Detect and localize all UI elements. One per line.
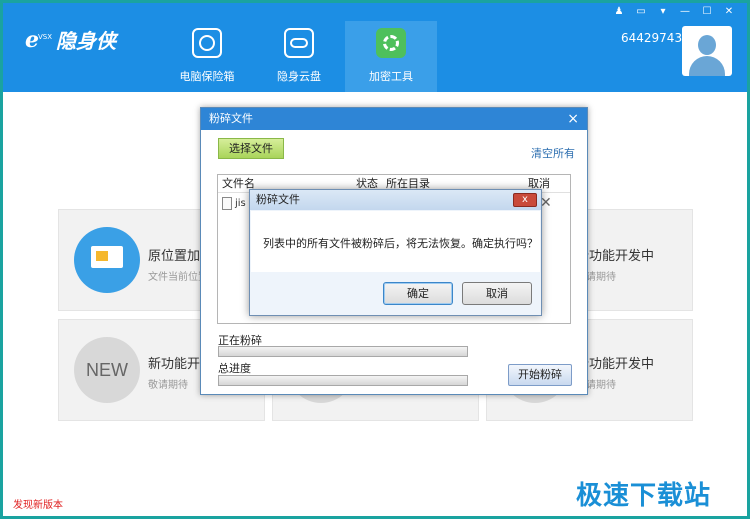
app-window: e VSX 隐身侠 电脑保险箱 隐身云盘 加密工具 ♟ ▭ ▾ — ☐ ✕ 64… bbox=[3, 3, 747, 516]
nav-tab-label: 加密工具 bbox=[369, 70, 413, 83]
new-version-link[interactable]: 发现新版本 bbox=[13, 496, 63, 511]
logo-name: 隐身侠 bbox=[56, 29, 117, 53]
confirm-title-bar: 粉碎文件 x bbox=[250, 190, 541, 210]
app-header: e VSX 隐身侠 电脑保险箱 隐身云盘 加密工具 ♟ ▭ ▾ — ☐ ✕ 64… bbox=[3, 3, 747, 92]
minimize-icon[interactable]: — bbox=[676, 5, 694, 19]
dialog-title-bar: 粉碎文件 × bbox=[201, 108, 587, 130]
progress-current-bar bbox=[218, 346, 468, 357]
confirm-body: 列表中的所有文件被粉碎后，将无法恢复。确定执行吗？ bbox=[251, 211, 540, 272]
menu-icon[interactable]: ▾ bbox=[654, 5, 672, 19]
nav-tab-label: 电脑保险箱 bbox=[179, 70, 235, 83]
nav-tab-cloud[interactable]: 隐身云盘 bbox=[253, 21, 345, 92]
monitor-icon bbox=[74, 227, 140, 293]
avatar[interactable] bbox=[682, 26, 732, 76]
safe-icon bbox=[192, 28, 222, 58]
dialog-title: 粉碎文件 bbox=[209, 112, 253, 125]
logo-mark: e bbox=[25, 26, 39, 53]
nav-tab-label: 隐身云盘 bbox=[277, 70, 321, 83]
watermark: 极速下载站 bbox=[576, 481, 712, 511]
shirt-icon[interactable]: ♟ bbox=[610, 5, 628, 19]
close-icon[interactable]: x bbox=[513, 193, 537, 207]
close-icon[interactable]: × bbox=[567, 108, 579, 130]
file-name: jis bbox=[235, 198, 246, 209]
message-icon[interactable]: ▭ bbox=[632, 5, 650, 19]
window-controls: ♟ ▭ ▾ — ☐ ✕ bbox=[610, 5, 738, 19]
main-nav: 电脑保险箱 隐身云盘 加密工具 bbox=[161, 21, 437, 92]
ok-button[interactable]: 确定 bbox=[383, 282, 453, 305]
progress-total-bar bbox=[218, 375, 468, 386]
clear-all-link[interactable]: 清空所有 bbox=[531, 145, 575, 161]
progress-total-label: 总进度 bbox=[218, 362, 251, 375]
user-id: 64429743 bbox=[621, 31, 683, 45]
confirm-title: 粉碎文件 bbox=[256, 193, 300, 206]
gear-tool-icon bbox=[376, 28, 406, 58]
close-icon[interactable]: ✕ bbox=[720, 5, 738, 19]
cancel-button[interactable]: 取消 bbox=[462, 282, 532, 305]
confirm-message: 列表中的所有文件被粉碎后，将无法恢复。确定执行吗？ bbox=[263, 237, 538, 250]
cloud-icon bbox=[284, 28, 314, 58]
select-file-button[interactable]: 选择文件 bbox=[218, 138, 284, 159]
new-badge: NEW bbox=[74, 337, 140, 403]
list-item[interactable]: jis bbox=[222, 197, 246, 210]
nav-tab-safe[interactable]: 电脑保险箱 bbox=[161, 21, 253, 92]
file-icon bbox=[222, 197, 232, 210]
confirm-dialog: 粉碎文件 x 列表中的所有文件被粉碎后，将无法恢复。确定执行吗？ 确定 取消 bbox=[249, 189, 542, 316]
maximize-icon[interactable]: ☐ bbox=[698, 5, 716, 19]
app-logo: e VSX 隐身侠 bbox=[25, 25, 116, 54]
logo-sub: VSX bbox=[38, 32, 53, 41]
card-desc: 敬请期待 bbox=[148, 380, 188, 391]
nav-tab-encrypt-tools[interactable]: 加密工具 bbox=[345, 21, 437, 92]
start-shred-button[interactable]: 开始粉碎 bbox=[508, 364, 572, 386]
card-desc: 文件当前位置 bbox=[148, 272, 208, 283]
